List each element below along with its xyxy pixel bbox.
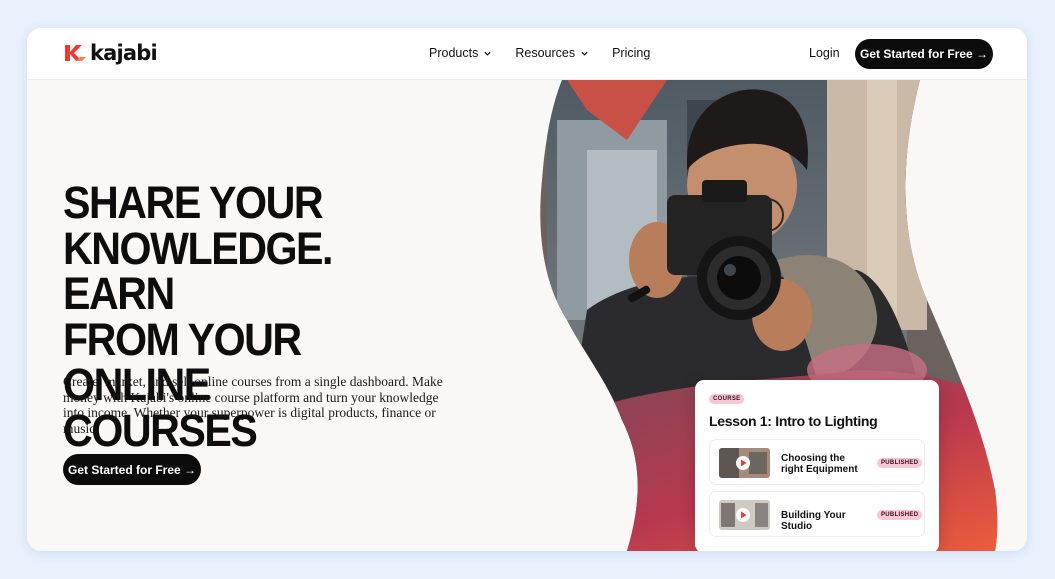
- browser-window: kajabi Products Resources Pricing Login …: [27, 28, 1027, 551]
- course-preview-card[interactable]: COURSE Lesson 1: Intro to Lighting Choos…: [695, 380, 939, 551]
- chevron-down-icon: [581, 51, 588, 56]
- nav-pricing-label: Pricing: [612, 46, 651, 60]
- nav-resources-label: Resources: [515, 46, 576, 60]
- kajabi-logo[interactable]: kajabi: [63, 41, 158, 65]
- course-title: Lesson 1: Intro to Lighting: [709, 413, 878, 429]
- top-nav: kajabi Products Resources Pricing Login …: [27, 28, 1027, 80]
- published-badge: PUBLISHED: [877, 510, 923, 520]
- get-started-hero-button[interactable]: Get Started for Free →: [63, 454, 201, 485]
- logo-wordmark: kajabi: [90, 41, 158, 65]
- get-started-nav-button[interactable]: Get Started for Free →: [855, 39, 993, 69]
- hero-subtitle: Create, market, and sell online courses …: [63, 374, 443, 436]
- lesson-thumbnail: [719, 448, 770, 478]
- hero-title-line: SHARE YOUR: [63, 177, 324, 228]
- lesson-thumbnail: [719, 500, 770, 530]
- lesson-name: Choosing the right Equipment: [781, 453, 858, 475]
- lesson-item[interactable]: Choosing the right Equipment PUBLISHED: [709, 439, 925, 485]
- nav-links: Products Resources Pricing: [429, 46, 650, 60]
- nav-products[interactable]: Products: [429, 46, 492, 60]
- lesson-item[interactable]: Building Your Studio PUBLISHED: [709, 491, 925, 537]
- nav-pricing[interactable]: Pricing: [612, 46, 650, 60]
- lesson-name: Building Your Studio: [781, 510, 846, 532]
- nav-products-label: Products: [429, 46, 479, 60]
- published-badge: PUBLISHED: [877, 458, 923, 468]
- chevron-down-icon: [484, 51, 491, 56]
- login-link[interactable]: Login: [809, 46, 840, 60]
- hero-title-line: KNOWLEDGE. EARN: [63, 222, 333, 319]
- kajabi-k-icon: [65, 45, 86, 61]
- nav-resources[interactable]: Resources: [515, 46, 589, 60]
- course-badge: COURSE: [709, 394, 745, 404]
